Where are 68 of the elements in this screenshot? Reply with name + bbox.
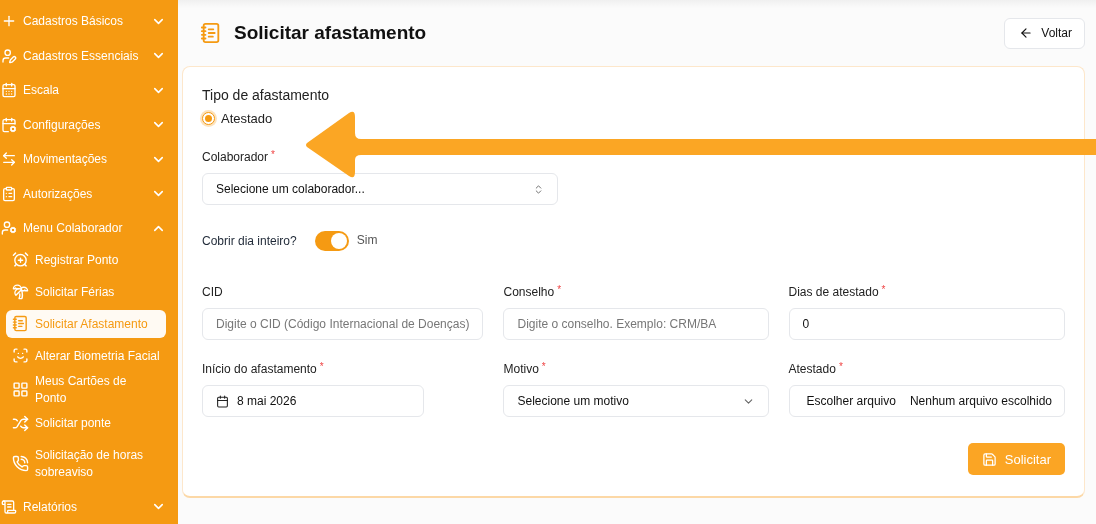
required-mark: * (881, 285, 886, 295)
toggle-state: Sim (356, 233, 378, 247)
grid-icon (12, 381, 29, 399)
choose-file-button[interactable]: Escolher arquivo (801, 394, 902, 408)
file-field[interactable]: Escolher arquivo Nenhum arquivo escolhido (788, 385, 1065, 417)
sidebar-subitem[interactable]: Meus Cartões de Ponto (6, 373, 166, 406)
sidebar-subitem[interactable]: Registrar Ponto (6, 245, 166, 274)
save-icon (981, 451, 997, 467)
toggle-switch[interactable] (314, 231, 349, 251)
sidebar-subitem[interactable]: Alterar Biometria Facial (6, 341, 166, 370)
user-gear-icon (1, 220, 17, 237)
submit-button[interactable]: Solicitar (967, 443, 1065, 475)
input-field[interactable]: 0 (788, 308, 1065, 340)
input-field[interactable]: Digite o conselho. Exemplo: CRM/BA (503, 308, 769, 340)
notebook-icon (200, 22, 222, 44)
sidebar-subitem[interactable]: Solicitar Afastamento (6, 309, 166, 338)
field-label: Conselho (503, 285, 555, 299)
required-mark: * (838, 362, 843, 372)
sidebar-subitem[interactable]: Solicitar ponte (6, 409, 166, 438)
select-value: Selecione um motivo (517, 394, 630, 408)
select-value: Selecione um colaborador... (216, 182, 366, 196)
back-button[interactable]: Voltar (1004, 17, 1085, 49)
radio-icon[interactable] (202, 112, 215, 125)
scroll-icon (1, 498, 17, 515)
sidebar-item[interactable]: Movimentações (0, 142, 178, 177)
notebook-icon (12, 315, 29, 333)
field-label: Atestado (788, 362, 836, 376)
field-label: Dias de atestado (788, 285, 879, 299)
sidebar-item[interactable]: Autorizações (0, 176, 178, 212)
input-field[interactable]: Digite o CID (Código Internacional de Doenças) (202, 308, 484, 340)
sidebar-item[interactable]: Relatórios (0, 489, 178, 524)
date-field[interactable]: 8 mai 2026 (202, 385, 424, 417)
radio-option[interactable]: Atestado (202, 111, 273, 126)
sidebar-item[interactable]: Cadastros Básicos (0, 4, 178, 39)
page-title: Solicitar afastamento (234, 22, 427, 44)
date-value: 8 mai 2026 (237, 394, 298, 408)
sidebar-subitem[interactable]: Solicitar Férias (6, 277, 166, 306)
palm-tree-icon (12, 283, 29, 301)
required-mark: * (541, 362, 546, 372)
required-mark: * (271, 150, 275, 160)
sidebar-item[interactable]: Cadastros Essenciais (0, 38, 178, 74)
sidebar-item[interactable]: Escala (0, 73, 178, 108)
field-label: CID (202, 285, 223, 299)
up-down-icon (533, 183, 544, 195)
field-label: Início do afastamento (202, 362, 317, 376)
calendar-icon (216, 394, 229, 408)
clipboard-icon (1, 185, 17, 202)
face-scan-icon (12, 347, 29, 365)
user-pen-icon (1, 47, 17, 64)
file-status: Nenhum arquivo escolhido (909, 394, 1052, 408)
sidebar-item[interactable]: Menu Colaborador (0, 211, 178, 246)
select-field[interactable]: Selecione um colaborador... (202, 173, 558, 205)
toggle-label: Cobrir dia inteiro? (202, 234, 297, 248)
field-label: Motivo (503, 362, 539, 376)
field-label: Colaborador (202, 150, 269, 164)
phone-icon (12, 455, 29, 473)
arrow-left-icon (1019, 26, 1034, 40)
required-mark: * (319, 362, 324, 372)
alarm-clock-icon (12, 251, 29, 269)
shuffle-icon (12, 415, 29, 433)
section-label: Tipo de afastamento (202, 87, 331, 103)
calendar-icon (1, 82, 17, 99)
calendar-gear-icon (1, 116, 17, 133)
select-field[interactable]: Selecione um motivo (503, 385, 769, 417)
required-mark: * (557, 285, 562, 295)
arrows-icon (1, 151, 17, 168)
sidebar-item[interactable]: Configurações (0, 107, 178, 143)
sidebar-subitem[interactable]: Solicitação de horas sobreaviso (6, 441, 166, 486)
